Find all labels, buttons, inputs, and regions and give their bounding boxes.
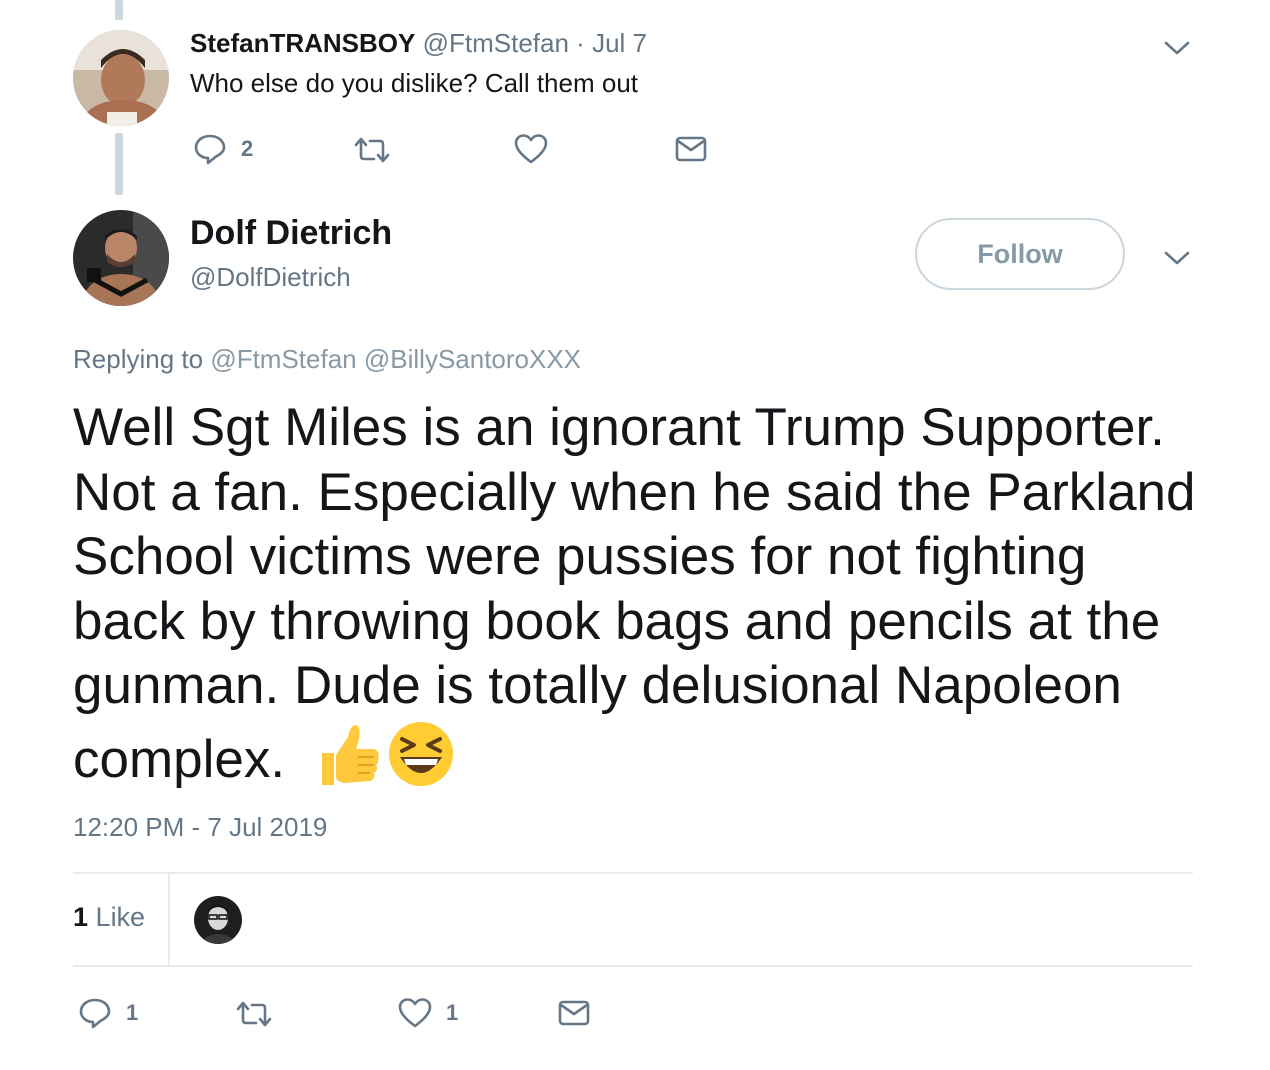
heart-icon	[514, 134, 548, 164]
envelope-icon	[558, 1000, 590, 1026]
likes-summary[interactable]: 1 Like	[73, 902, 145, 933]
envelope-icon	[675, 136, 707, 162]
parent-display-name[interactable]: StefanTRANSBOY	[190, 28, 415, 58]
parent-reply-count: 2	[241, 136, 254, 161]
mention-link[interactable]: @BillySantoroXXX	[364, 344, 581, 374]
parent-date[interactable]: Jul 7	[592, 28, 647, 58]
parent-reply-button[interactable]: 2	[193, 133, 253, 165]
heart-icon	[398, 998, 432, 1028]
liker-avatar[interactable]	[194, 896, 242, 944]
replying-to: Replying to @FtmStefan @BillySantoroXXX	[73, 344, 581, 375]
tweet-text-content: Well Sgt Miles is an ignorant Trump Supp…	[73, 398, 1196, 789]
author-handle[interactable]: @DolfDietrich	[190, 262, 351, 293]
parent-retweet-button[interactable]	[354, 136, 404, 164]
thread-connector	[115, 133, 123, 195]
tweet-timestamp[interactable]: 12:20 PM - 7 Jul 2019	[73, 812, 327, 843]
reply-count: 1	[126, 1000, 139, 1025]
likes-summary-count: 1	[73, 902, 89, 932]
author-display-name[interactable]: Dolf Dietrich	[190, 214, 392, 253]
parent-like-button[interactable]	[514, 133, 562, 165]
reply-button[interactable]: 1	[78, 997, 138, 1029]
avatar-image	[194, 896, 242, 944]
divider	[73, 965, 1193, 967]
thumbs-up-emoji	[314, 719, 384, 789]
parent-handle[interactable]: @FtmStefan	[423, 28, 569, 58]
retweet-icon	[354, 137, 390, 163]
chevron-down-icon[interactable]	[1163, 248, 1191, 268]
like-count: 1	[446, 1000, 459, 1025]
avatar[interactable]	[73, 210, 169, 306]
reply-icon	[79, 998, 111, 1029]
avatar-image	[73, 30, 169, 126]
avatar[interactable]	[73, 30, 169, 126]
replying-prefix: Replying to	[73, 344, 204, 374]
divider	[73, 872, 1193, 874]
mention-link[interactable]: @FtmStefan	[210, 344, 356, 374]
thread-connector-top	[115, 0, 123, 20]
grinning-squinting-face-emoji	[386, 719, 456, 789]
like-button[interactable]: 1	[398, 997, 458, 1029]
dm-button[interactable]	[558, 999, 590, 1027]
parent-separator: ·	[576, 28, 585, 58]
divider	[168, 873, 170, 965]
parent-tweet-text: Who else do you dislike? Call them out	[190, 68, 639, 98]
retweet-button[interactable]	[236, 1000, 286, 1028]
retweet-icon	[236, 1001, 272, 1027]
likes-summary-label: Like	[95, 902, 146, 932]
parent-tweet-header: StefanTRANSBOY @FtmStefan · Jul 7	[190, 28, 647, 59]
reply-icon	[194, 134, 226, 165]
follow-button[interactable]: Follow	[915, 218, 1125, 290]
avatar-image	[73, 210, 169, 306]
tweet-text: Well Sgt Miles is an ignorant Trump Supp…	[73, 396, 1213, 792]
parent-dm-button[interactable]	[675, 135, 707, 163]
chevron-down-icon[interactable]	[1163, 38, 1191, 58]
